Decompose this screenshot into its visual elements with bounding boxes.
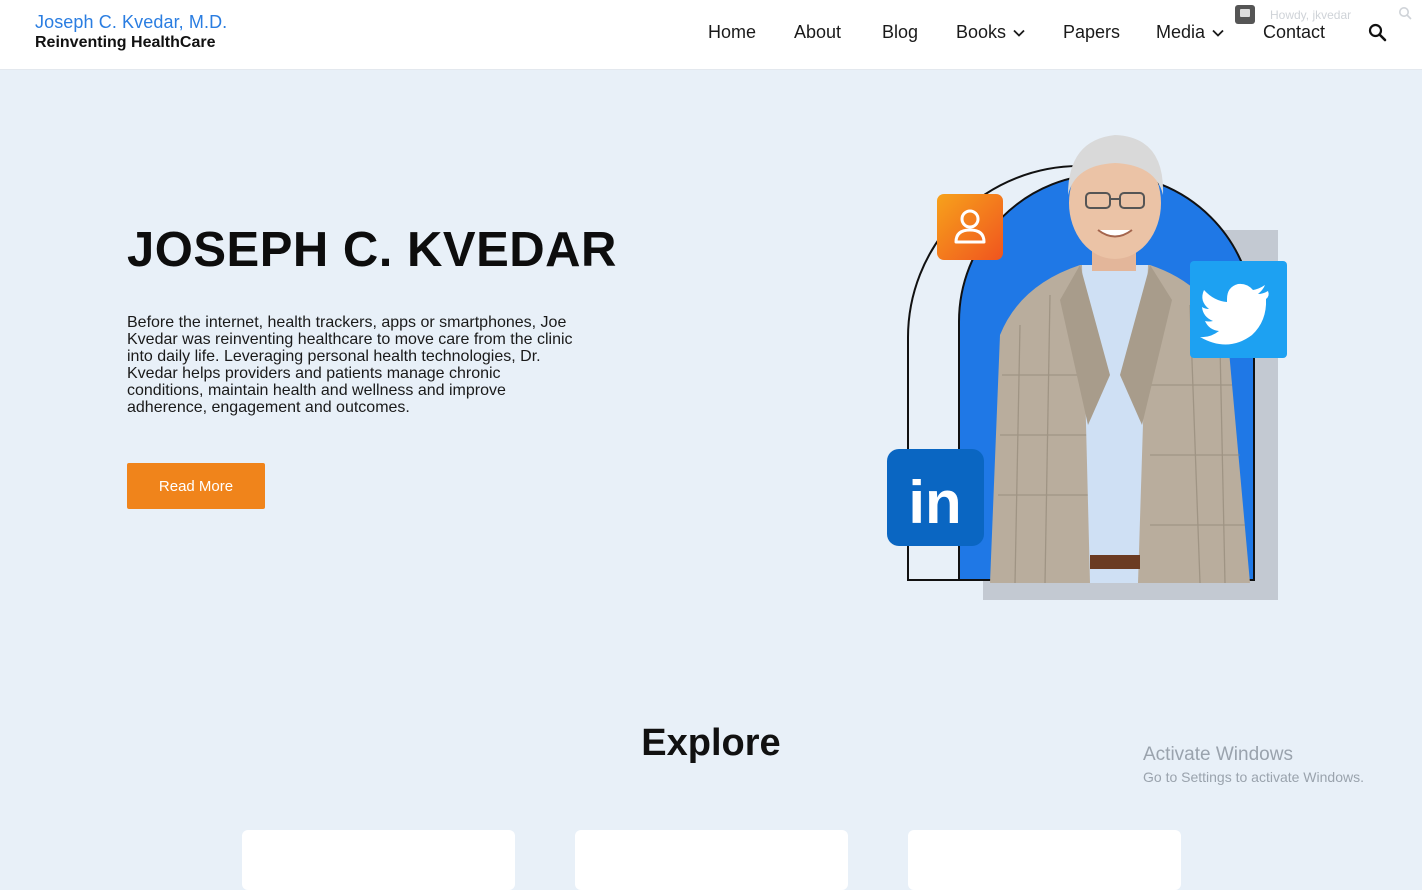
site-title[interactable]: Joseph C. Kvedar, M.D. [35, 12, 227, 33]
read-more-button[interactable]: Read More [127, 463, 265, 509]
nav-label: Papers [1063, 22, 1121, 42]
nav-item-blog[interactable]: Blog [882, 22, 918, 43]
explore-card[interactable] [575, 830, 848, 890]
nav-item-books[interactable]: Books [956, 22, 1025, 43]
linkedin-glyph: in [908, 469, 961, 536]
linkedin-icon[interactable]: in [887, 449, 984, 546]
hero-description: Before the internet, health trackers, ap… [127, 314, 573, 416]
nav-label: Home [708, 22, 757, 42]
nav-label: Media [1156, 22, 1206, 42]
twitter-icon[interactable] [1190, 261, 1287, 358]
nav-label: Blog [882, 22, 919, 42]
site-tagline[interactable]: Reinventing HealthCare [35, 34, 215, 52]
nav-item-contact[interactable]: Contact [1263, 22, 1325, 43]
admin-greeting[interactable]: Howdy, jkvedar [1270, 8, 1351, 22]
nav-item-about[interactable]: About [794, 22, 841, 43]
explore-card[interactable] [908, 830, 1181, 890]
explore-card[interactable] [242, 830, 515, 890]
activation-watermark-title: Activate Windows [1143, 744, 1293, 765]
chevron-down-icon [1013, 30, 1025, 38]
comment-icon[interactable] [1235, 5, 1255, 24]
search-icon[interactable] [1367, 22, 1389, 44]
chevron-down-icon [1212, 30, 1224, 38]
search-icon[interactable] [1398, 6, 1412, 20]
hero-portrait: in [880, 125, 1300, 615]
nav-item-media[interactable]: Media [1156, 22, 1224, 43]
nav-item-home[interactable]: Home [708, 22, 756, 43]
nav-item-papers[interactable]: Papers [1063, 22, 1120, 43]
nav-label: Contact [1263, 22, 1326, 42]
nav-label: Books [956, 22, 1007, 42]
profile-icon[interactable] [937, 194, 1003, 260]
activation-watermark-subtitle: Go to Settings to activate Windows. [1143, 769, 1364, 785]
site-header: Joseph C. Kvedar, M.D. Reinventing Healt… [0, 0, 1422, 70]
nav-label: About [794, 22, 842, 42]
page-title: JOSEPH C. KVEDAR [127, 223, 617, 277]
